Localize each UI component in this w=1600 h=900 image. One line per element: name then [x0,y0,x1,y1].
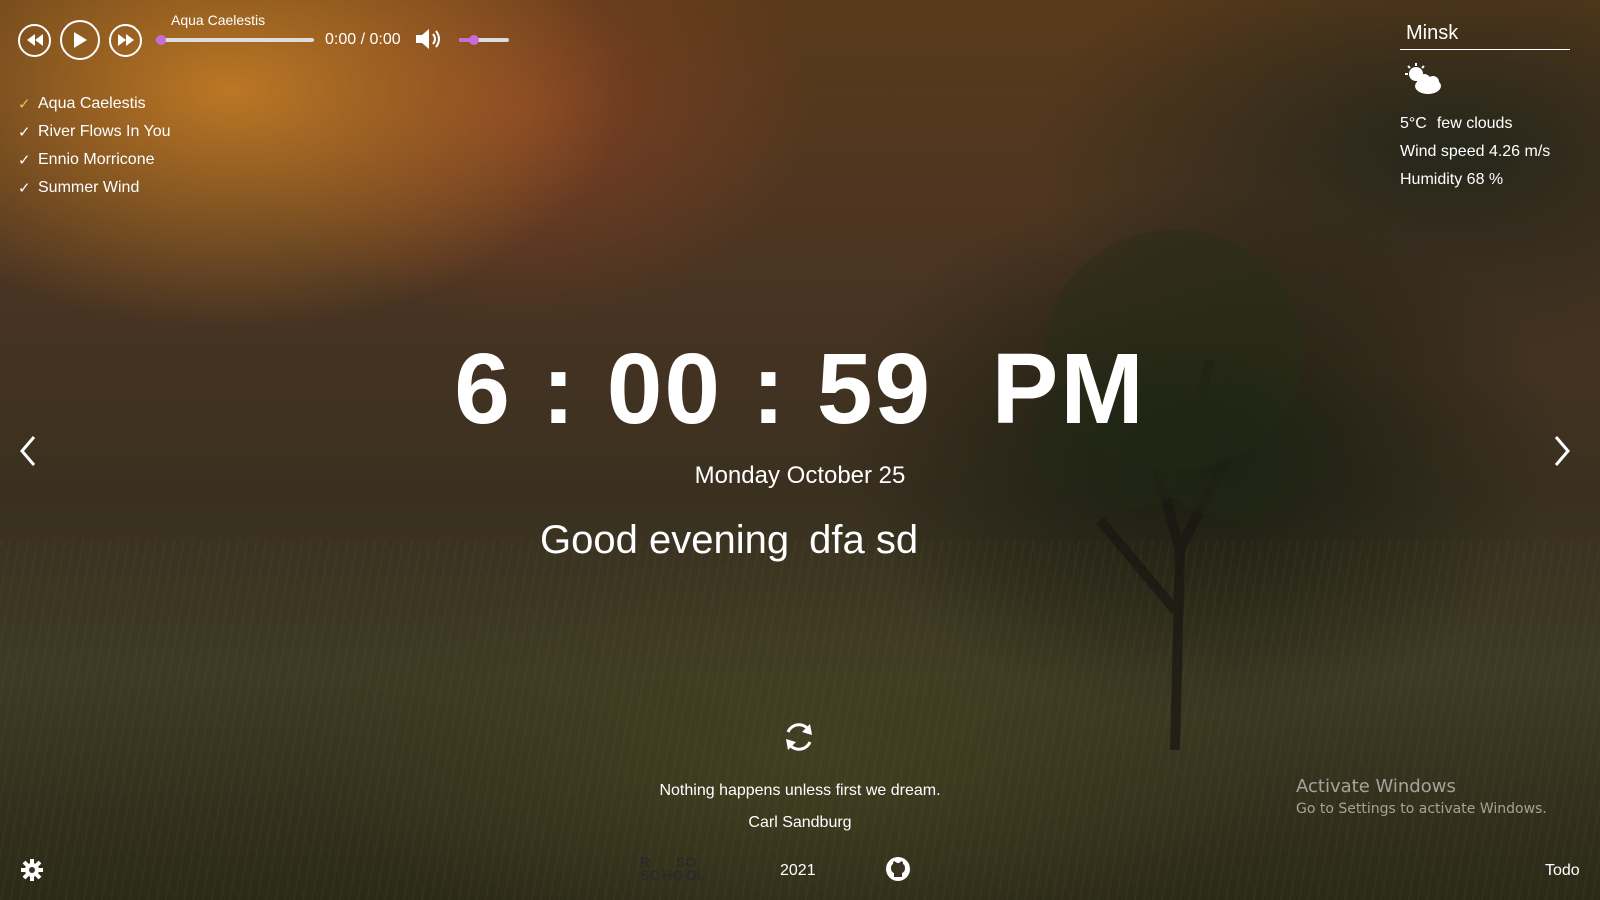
settings-button[interactable] [20,858,44,882]
refresh-quote-button[interactable] [780,718,818,756]
few-clouds-icon [1405,63,1441,94]
activation-subtitle: Go to Settings to activate Windows. [1296,801,1547,817]
gear-icon [21,859,43,881]
rs-school-logo[interactable]: R SO SC HO OL [638,855,712,886]
playlist-item[interactable]: ✓ Summer Wind [18,174,171,202]
playlist: ✓ Aqua Caelestis ✓ River Flows In You ✓ Enn… [18,90,171,202]
playlist-item-title: River Flows In You [38,123,171,140]
rewind-icon [26,34,43,46]
previous-track-button[interactable] [18,23,51,57]
play-button[interactable] [60,20,100,60]
volume-slider[interactable] [459,35,509,45]
github-icon [886,857,910,881]
temperature: 5°C [1400,115,1427,132]
weather-description: few clouds [1436,115,1513,132]
check-icon: ✓ [18,180,31,197]
copyright-year: 2021 [780,862,816,879]
weather-temperature-row: 5°C few clouds [1400,115,1570,133]
check-icon: ✓ [18,124,31,141]
track-time: 0:00 / 0:00 [325,31,401,48]
playlist-item[interactable]: ✓ Ennio Morricone [18,146,171,174]
check-icon: ✓ [18,152,31,169]
play-icon [74,32,87,48]
volume-icon[interactable] [414,27,442,51]
greeting-text: Good evening [540,518,790,562]
github-link[interactable] [885,856,911,882]
clock-date: Monday October 25 [694,462,906,489]
playlist-item-title: Ennio Morricone [38,151,155,168]
progress-bar[interactable] [156,35,314,45]
city-input[interactable] [1400,20,1570,50]
current-track-title: Aqua Caelestis [171,12,266,28]
activation-title: Activate Windows [1296,776,1456,797]
playlist-item-title: Aqua Caelestis [38,95,146,112]
audio-player: Aqua Caelestis 0:00 / 0:00 ✓ Aqua Caelest… [18,8,518,198]
playlist-item-title: Summer Wind [38,179,140,196]
playlist-item[interactable]: ✓ River Flows In You [18,118,171,146]
wind-speed: Wind speed 4.26 m/s [1400,143,1551,160]
volume-thumb[interactable] [469,35,479,45]
todo-button[interactable]: Todo [1545,862,1580,880]
playlist-item[interactable]: ✓ Aqua Caelestis [18,90,171,118]
clock-time: 6 : 00 : 59 PM [454,333,1146,445]
progress-thumb[interactable] [156,35,166,45]
player-controls [18,20,142,60]
windows-activation-watermark: Activate Windows Go to Settings to activ… [1296,776,1547,817]
weather-widget: 5°C few clouds Wind speed 4.26 m/s Humidi… [1400,20,1570,189]
humidity: Humidity 68 % [1400,171,1504,188]
check-icon: ✓ [18,96,31,113]
fast-forward-icon [117,34,134,46]
next-track-button[interactable] [109,23,142,57]
name-input[interactable]: dfa sd [809,518,918,563]
greeting-container: Good evening dfa sd [540,518,918,563]
